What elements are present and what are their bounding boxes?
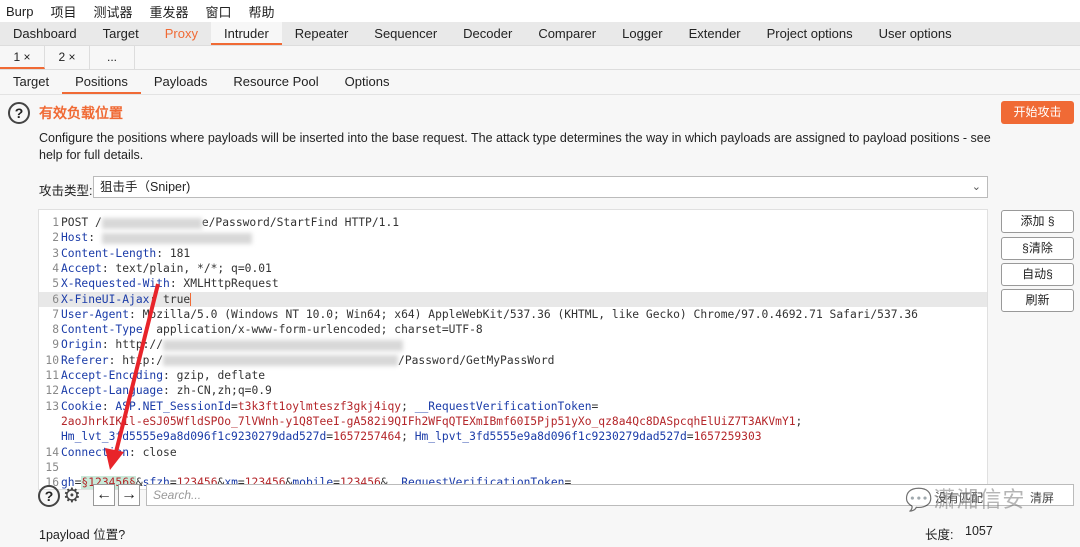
arrow-shaft xyxy=(114,283,160,453)
annotation-arrow xyxy=(105,283,160,470)
arrow-head xyxy=(105,448,124,470)
